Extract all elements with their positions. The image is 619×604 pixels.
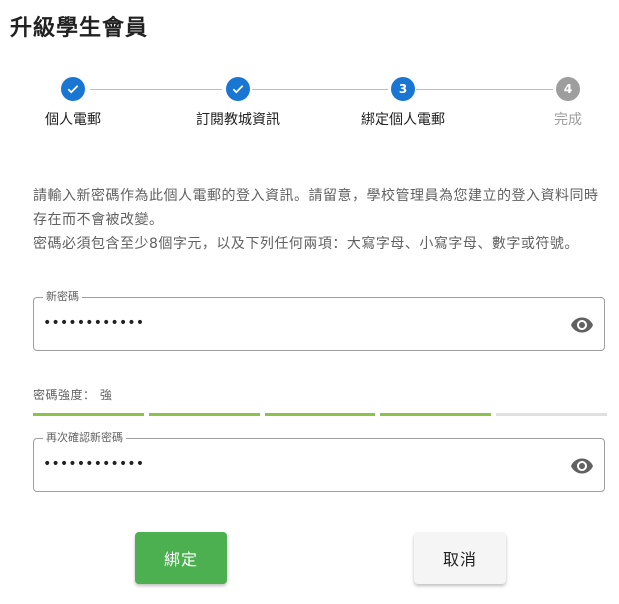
strength-segment [33,413,144,416]
confirm-password-input[interactable] [43,453,543,475]
confirm-password-label: 再次確認新密碼 [43,431,126,445]
check-icon [226,77,250,101]
eye-icon[interactable] [570,313,594,337]
new-password-input[interactable] [43,312,543,334]
step-number: 3 [391,77,415,101]
step-1: 個人電郵 [3,76,143,129]
strength-segment [264,413,376,416]
instructions: 請輸入新密碼作為此個人電郵的登入資訊。請留意，學校管理員為您建立的登入資料同時存… [33,184,608,256]
step-4: 4 完成 [498,76,619,129]
password-strength-meter [33,413,607,417]
strength-segment [380,413,492,416]
new-password-label: 新密碼 [43,290,82,304]
page-title: 升級學生會員 [10,16,149,41]
eye-icon[interactable] [570,454,594,478]
new-password-field: 新密碼 [33,290,605,351]
cancel-button[interactable]: 取消 [414,532,506,584]
instruction-paragraph: 請輸入新密碼作為此個人電郵的登入資訊。請留意，學校管理員為您建立的登入資料同時存… [33,188,599,228]
step-2: 訂閱教城資訊 [168,76,308,129]
strength-segment [148,413,260,416]
step-label: 訂閱教城資訊 [196,112,280,128]
check-icon [61,77,85,101]
step-label: 綁定個人電郵 [361,112,445,128]
confirm-password-field: 再次確認新密碼 [33,431,605,492]
step-number: 4 [556,77,580,101]
step-label: 完成 [554,112,582,128]
bind-button[interactable]: 綁定 [135,532,227,584]
step-label: 個人電郵 [45,112,101,128]
step-3: 3 綁定個人電郵 [333,76,473,129]
password-rules: 密碼必須包含至少8個字元，以及下列任何兩項：大寫字母、小寫字母、數字或符號。 [33,236,579,252]
password-strength-label: 密碼強度： 強 [33,388,113,402]
strength-segment [496,413,607,416]
stepper: 個人電郵 訂閱教城資訊 3 綁定個人電郵 4 完成 [0,76,619,136]
